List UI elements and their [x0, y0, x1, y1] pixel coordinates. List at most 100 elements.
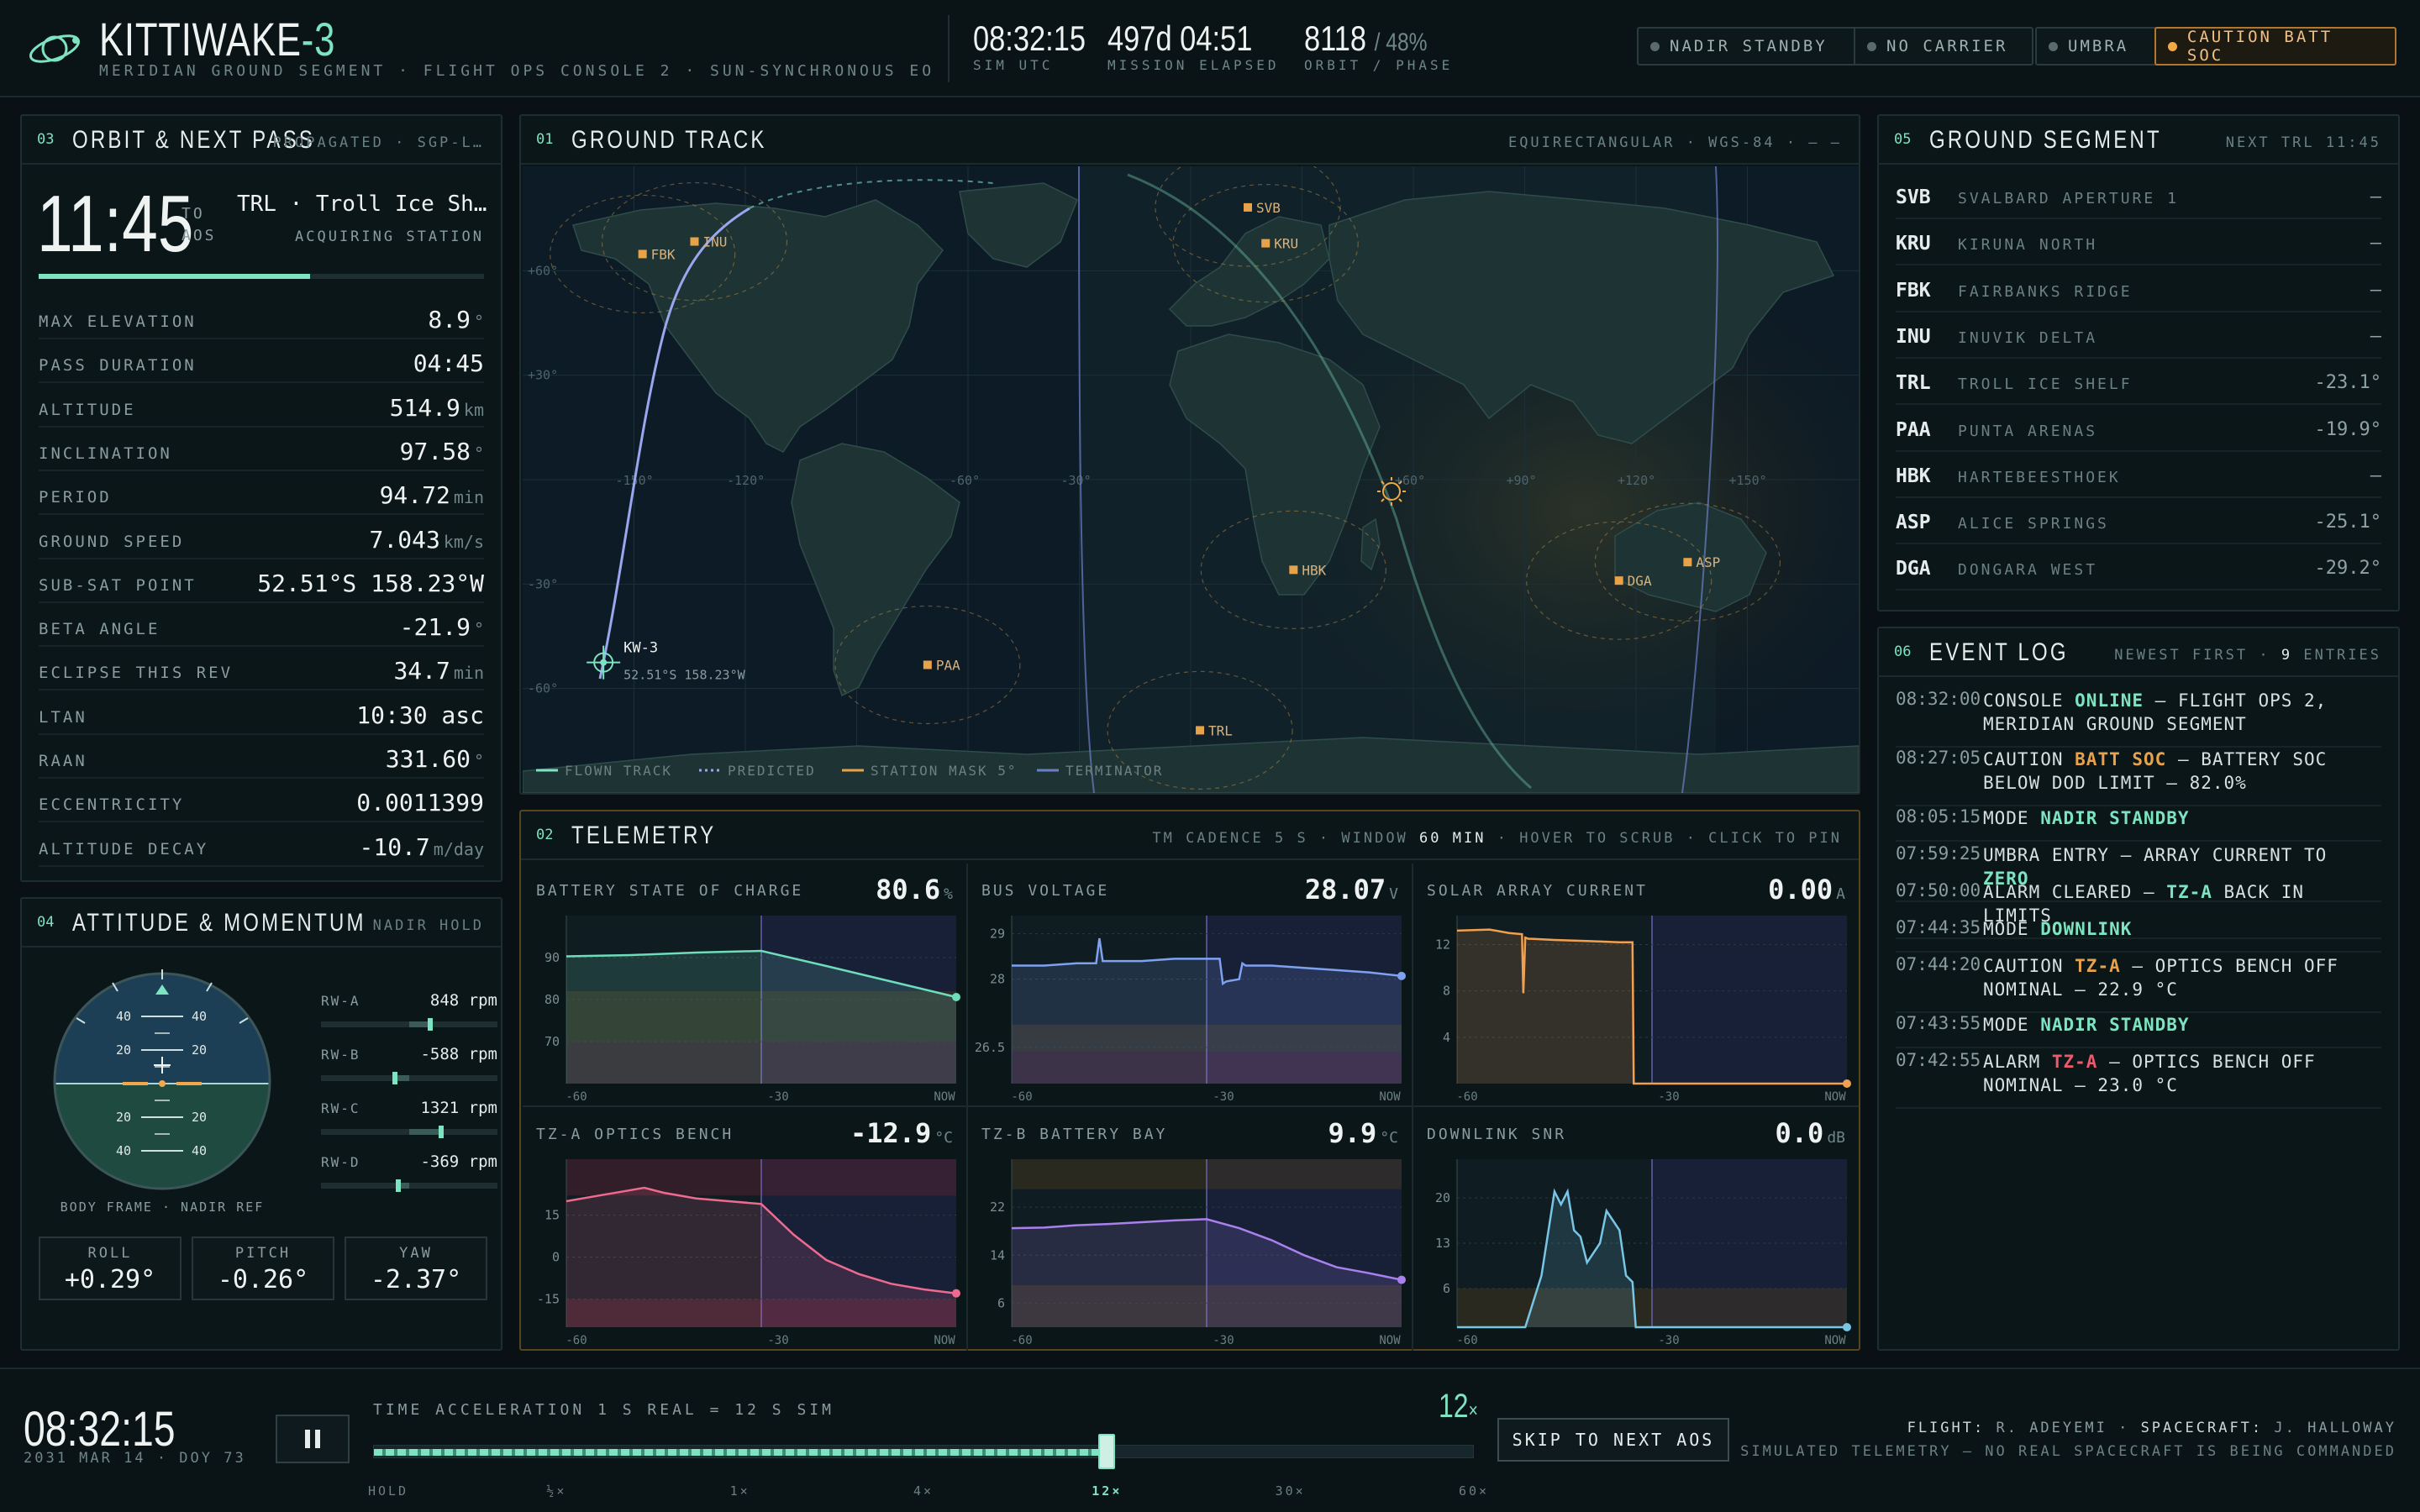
- top-bar: KITTIWAKE-3 MERIDIAN GROUND SEGMENT · FL…: [0, 0, 2420, 97]
- reaction-wheel-rw-a: RW-A 848 rpm: [321, 991, 497, 1031]
- status-dot-icon: [1867, 41, 1876, 51]
- wheel-speed-bar: [321, 1126, 497, 1138]
- station-marker-paa[interactable]: [923, 660, 932, 669]
- orbit-data-key: PASS DURATION: [39, 356, 197, 375]
- event-text: ALARM CLEARED —: [1983, 882, 2167, 902]
- station-marker-trl[interactable]: [1196, 726, 1205, 735]
- skip-to-next-aos-button[interactable]: SKIP TO NEXT AOS: [1497, 1418, 1729, 1462]
- adi-label: 40: [192, 1143, 207, 1158]
- orbit-value-unit: °: [473, 443, 484, 464]
- orbit-panel-header: 03 ORBIT & NEXT PASS PROPAGATED · SGP-L…: [22, 116, 501, 165]
- y-tick-label: 14: [990, 1247, 1005, 1263]
- caution-dot-icon: [2168, 41, 2177, 51]
- orbit-data-value: 94.72 min: [380, 481, 484, 509]
- station-code: DGA: [1896, 558, 1931, 580]
- telemetry-chart-1[interactable]: BUS VOLTAGE 28.07 V 29 28 26.5 -60 -30 NOW: [968, 864, 1413, 1107]
- event-highlight: TZ-A: [2075, 956, 2121, 976]
- y-tick-label: 15: [544, 1208, 560, 1223]
- panel-number: 03: [37, 131, 55, 148]
- time-accel-slider[interactable]: [373, 1434, 1474, 1469]
- telemetry-chart-3[interactable]: TZ-A OPTICS BENCH -12.9 °C 15 0 -15 -60 -30 NOW: [523, 1107, 968, 1351]
- event-row[interactable]: 08:27:05 CAUTION BATT SOC — BATTERY SOC B…: [1896, 748, 2381, 806]
- status-pill-nadir-standby[interactable]: NADIR STANDBY: [1637, 27, 1869, 66]
- station-marker-fbk[interactable]: [638, 249, 647, 259]
- pause-button[interactable]: [276, 1415, 350, 1463]
- station-marker-hbk[interactable]: [1289, 565, 1298, 575]
- latest-point: [952, 1289, 960, 1298]
- status-pill-label: NO CARRIER: [1886, 37, 2008, 55]
- telemetry-chart-4[interactable]: TZ-B BATTERY BAY 9.9 °C 22 14 6 -60 -30 NOW: [968, 1107, 1413, 1351]
- chart-plot: 22 14 6 -60 -30 NOW: [990, 1159, 1406, 1347]
- orbit-value-number: -21.9: [399, 613, 471, 642]
- event-row[interactable]: 07:42:55 ALARM TZ-A — OPTICS BENCH OFF NO…: [1896, 1050, 2381, 1109]
- station-code: INU: [1896, 325, 1931, 348]
- wheel-speed-marker: [392, 1072, 398, 1084]
- station-row-trl[interactable]: TRL TROLL ICE SHELF -23.1°: [1896, 359, 2381, 406]
- event-text: CAUTION: [1983, 956, 2075, 976]
- x-tick-label: NOW: [934, 1090, 955, 1104]
- station-marker-dga[interactable]: [1614, 576, 1623, 585]
- station-name: DONGARA WEST: [1958, 561, 2098, 580]
- station-elevation: —: [2370, 325, 2381, 347]
- telemetry-chart-0[interactable]: BATTERY STATE OF CHARGE 80.6% 90 80 70 -60 -30…: [523, 864, 968, 1107]
- slider-tick-label[interactable]: HOLD: [368, 1483, 408, 1499]
- slider-tick-label[interactable]: ½×: [546, 1483, 566, 1499]
- orbit-data-value: 04:45: [413, 349, 484, 377]
- station-row-paa[interactable]: PAA PUNTA ARENAS -19.9°: [1896, 406, 2381, 452]
- telemetry-chart-5[interactable]: DOWNLINK SNR 0.0 dB 20 13 6 -60 -30 NOW: [1413, 1107, 1859, 1351]
- event-row[interactable]: 08:05:15 MODE NADIR STANDBY: [1896, 806, 2381, 842]
- event-message: CONSOLE ONLINE — FLIGHT OPS 2, MERIDIAN …: [1983, 689, 2381, 736]
- orbit-label: ORBIT / PHASE: [1304, 57, 1454, 73]
- chart-plot: 20 13 6 -60 -30 NOW: [1435, 1159, 1851, 1347]
- station-row-kru[interactable]: KRU KIRUNA NORTH —: [1896, 219, 2381, 266]
- station-row-fbk[interactable]: FBK FAIRBANKS RIDGE —: [1896, 266, 2381, 312]
- status-pill-caution-batt-soc[interactable]: CAUTION BATT SOC: [2154, 27, 2396, 66]
- station-row-hbk[interactable]: HBK HARTEBEESTHOEK —: [1896, 452, 2381, 498]
- station-row-asp[interactable]: ASP ALICE SPRINGS -25.1°: [1896, 498, 2381, 545]
- slider-tick-label[interactable]: 30×: [1276, 1483, 1306, 1499]
- panel-title: TELEMETRY: [571, 822, 717, 849]
- station-label: FBK: [651, 246, 676, 262]
- event-message: MODE NADIR STANDBY: [1983, 806, 2381, 830]
- event-row[interactable]: 07:43:55 MODE NADIR STANDBY: [1896, 1013, 2381, 1048]
- orbit-data-key: BETA ANGLE: [39, 620, 160, 639]
- event-time: 08:32:00: [1896, 689, 1981, 709]
- orbit-value-unit: °: [473, 751, 484, 771]
- orbit-phase: / 48%: [1374, 29, 1428, 56]
- orbit-data-row: LTAN 10:30 asc: [39, 691, 484, 735]
- event-message: ALARM TZ-A — OPTICS BENCH OFF NOMINAL — …: [1983, 1050, 2381, 1097]
- telemetry-chart-2[interactable]: SOLAR ARRAY CURRENT 0.00 A 12 8 4 -60 -30 NOW: [1413, 864, 1859, 1107]
- event-message: CAUTION BATT SOC — BATTERY SOC BELOW DOD…: [1983, 748, 2381, 795]
- status-pill-umbra[interactable]: UMBRA: [2035, 27, 2161, 66]
- status-pill-label: UMBRA: [2068, 37, 2129, 55]
- adi-label: 40: [192, 1009, 207, 1024]
- station-marker-svb[interactable]: [1244, 202, 1253, 212]
- attitude-mode: NADIR HOLD: [372, 917, 484, 934]
- station-marker-asp[interactable]: [1683, 558, 1692, 567]
- event-row[interactable]: 07:44:20 CAUTION TZ-A — OPTICS BENCH OFF …: [1896, 954, 2381, 1013]
- event-row[interactable]: 08:32:00 CONSOLE ONLINE — FLIGHT OPS 2, M…: [1896, 689, 2381, 748]
- slider-tick-label[interactable]: 60×: [1459, 1483, 1489, 1499]
- y-tick-label: 12: [1435, 937, 1450, 952]
- slider-tick-label[interactable]: 4×: [913, 1483, 934, 1499]
- station-marker-kru[interactable]: [1261, 239, 1270, 248]
- event-row[interactable]: 07:44:35 MODE DOWNLINK: [1896, 917, 2381, 953]
- station-row-inu[interactable]: INU INUVIK DELTA —: [1896, 312, 2381, 359]
- slider-handle[interactable]: [1098, 1434, 1116, 1469]
- propagator-label: PROPAGATED · SGP-L…: [272, 134, 484, 151]
- orbit-value-number: 10:30 asc: [356, 701, 484, 729]
- orbit-data-row: RAAN 331.60 °: [39, 735, 484, 779]
- ground-track-map[interactable]: -150°-120°-90°-60°-30°+30°+60°+90°+120°+…: [523, 166, 1859, 793]
- station-marker-inu[interactable]: [690, 237, 699, 246]
- event-text: MODE: [1983, 919, 2041, 939]
- orbit-data-value: 514.9 km: [390, 394, 484, 422]
- station-row-svb[interactable]: SVB SVALBARD APERTURE 1 —: [1896, 173, 2381, 219]
- orbit-data-key: PERIOD: [39, 488, 112, 507]
- station-label: KRU: [1274, 236, 1298, 252]
- station-row-dga[interactable]: DGA DONGARA WEST -29.2°: [1896, 544, 2381, 591]
- slider-tick-label[interactable]: 1×: [730, 1483, 750, 1499]
- station-elevation: -29.2°: [2314, 558, 2381, 580]
- slider-tick-label[interactable]: 12×: [1092, 1483, 1122, 1499]
- status-pill-no-carrier[interactable]: NO CARRIER: [1854, 27, 2033, 66]
- event-message: MODE DOWNLINK: [1983, 917, 2381, 941]
